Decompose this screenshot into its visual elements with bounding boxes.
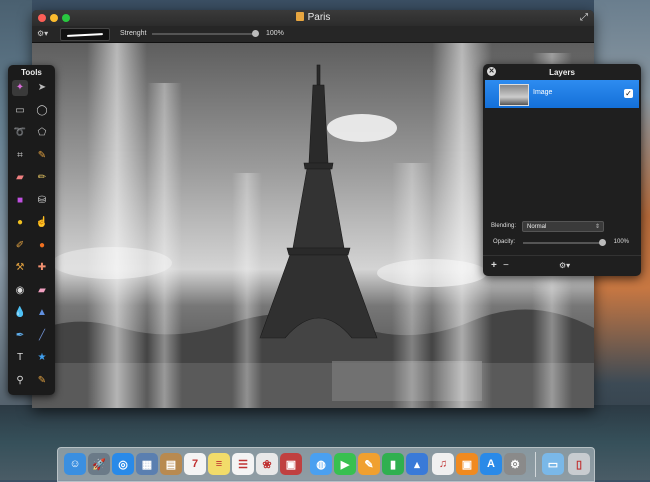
- layer-name: Image: [533, 89, 553, 96]
- magic-wand-tool-icon[interactable]: ✦: [12, 80, 28, 96]
- strength-slider-track[interactable]: [152, 33, 256, 35]
- photo-app-icon[interactable]: ▦: [136, 453, 158, 475]
- tools-panel: Tools ✦ ➤ ▭ ◯ ➰ ⬠ ⌗ ✎ ▰ ✏ ■ ⛁ ● ☝ ✐ ● ⚒ ✚ ◉ ▰ 💧 ▲ ✒ ╱ T ★ ⚲ ✎: [8, 65, 55, 395]
- ellipse-select-tool-icon[interactable]: ◯: [34, 103, 50, 119]
- keynote-icon[interactable]: ▴: [406, 453, 428, 475]
- document-icon: [295, 12, 304, 21]
- lasso-tool-icon[interactable]: ➰: [12, 125, 28, 141]
- eyedropper-tool-icon[interactable]: ✎: [34, 148, 50, 164]
- safari-icon[interactable]: ◎: [112, 453, 134, 475]
- photo-booth-icon[interactable]: ▣: [280, 453, 302, 475]
- dock-separator: [535, 452, 536, 477]
- layer-visibility-checkbox[interactable]: ✓: [624, 89, 633, 98]
- color-picker-tool-icon[interactable]: ✎: [34, 373, 50, 389]
- layer-options-gear-icon[interactable]: ⚙▾: [559, 261, 570, 270]
- reminders-icon[interactable]: ☰: [232, 453, 254, 475]
- polygon-lasso-tool-icon[interactable]: ⬠: [34, 125, 50, 141]
- sponge-tool-icon[interactable]: ▰: [34, 283, 50, 299]
- system-preferences-icon[interactable]: ⚙: [504, 453, 526, 475]
- itunes-icon[interactable]: ♫: [432, 453, 454, 475]
- blur-tool-icon[interactable]: 💧: [12, 305, 28, 321]
- layers-list-empty-area: [485, 108, 639, 218]
- layers-footer-divider: [483, 255, 641, 256]
- messages-icon[interactable]: ◍: [310, 453, 332, 475]
- red-eye-tool-icon[interactable]: ◉: [12, 283, 28, 299]
- notes-icon[interactable]: ≡: [208, 453, 230, 475]
- tool-options-bar: ⚙▾ Strenght 100%: [32, 26, 594, 43]
- opacity-slider-knob[interactable]: [599, 239, 606, 246]
- facetime-icon[interactable]: ▶: [334, 453, 356, 475]
- text-tool-icon[interactable]: T: [12, 350, 28, 366]
- blending-mode-select[interactable]: Normal ⇕: [522, 221, 604, 232]
- add-layer-icon[interactable]: +: [491, 260, 497, 271]
- heal-tool-icon[interactable]: ✚: [34, 260, 50, 276]
- line-tool-icon[interactable]: ╱: [34, 328, 50, 344]
- finder-icon[interactable]: ☺: [64, 453, 86, 475]
- fullscreen-icon[interactable]: ⤢: [580, 12, 588, 23]
- remove-layer-icon[interactable]: −: [503, 260, 509, 271]
- numbers-icon[interactable]: ▮: [382, 453, 404, 475]
- paint-bucket-tool-icon[interactable]: ⛁: [34, 193, 50, 209]
- zoom-tool-icon[interactable]: ⚲: [12, 373, 28, 389]
- app-store-icon[interactable]: A: [480, 453, 502, 475]
- shape-tool-icon[interactable]: ★: [34, 350, 50, 366]
- gradient-tool-icon[interactable]: ■: [12, 193, 28, 209]
- trash-icon[interactable]: ▯: [568, 453, 590, 475]
- blending-mode-value: Normal: [527, 224, 547, 230]
- rect-select-tool-icon[interactable]: ▭: [12, 103, 28, 119]
- title-bar: Paris ⤢: [32, 10, 594, 26]
- window-title: Paris: [32, 12, 594, 23]
- pencil-tool-icon[interactable]: ✏: [34, 170, 50, 186]
- launchpad-icon[interactable]: 🚀: [88, 453, 110, 475]
- downloads-folder-icon[interactable]: ▭: [542, 453, 564, 475]
- ibooks-icon[interactable]: ▣: [456, 453, 478, 475]
- blending-label: Blending:: [491, 223, 517, 229]
- chevron-updown-icon: ⇕: [594, 224, 600, 230]
- crop-tool-icon[interactable]: ⌗: [12, 148, 28, 164]
- opacity-value: 100%: [613, 239, 629, 245]
- pages-icon[interactable]: ✎: [358, 453, 380, 475]
- smudge-tool-icon[interactable]: ☝: [34, 215, 50, 231]
- move-tool-icon[interactable]: ➤: [34, 80, 50, 96]
- layer-thumbnail: [499, 84, 529, 106]
- stamp-tool-icon[interactable]: ⚒: [12, 260, 28, 276]
- opacity-slider-track[interactable]: [523, 242, 601, 244]
- strength-value: 100%: [266, 30, 284, 37]
- photos-icon[interactable]: ❀: [256, 453, 278, 475]
- brush-tool-icon[interactable]: ✐: [12, 238, 28, 254]
- contacts-icon[interactable]: ▤: [160, 453, 182, 475]
- pen-tool-icon[interactable]: ✒: [12, 328, 28, 344]
- window-title-text: Paris: [307, 12, 331, 23]
- opacity-label: Opacity:: [493, 239, 516, 245]
- brush-preset-picker[interactable]: [60, 28, 110, 41]
- strength-slider-knob[interactable]: [252, 30, 259, 37]
- clone-tool-icon[interactable]: ●: [12, 215, 28, 231]
- burn-tool-icon[interactable]: ●: [34, 238, 50, 254]
- tools-panel-title: Tools: [21, 68, 42, 77]
- dock: ☺ 🚀 ◎ ▦ ▤ 7 ≡ ☰ ❀ ▣ ◍ ▶ ✎ ▮ ▴ ♫ ▣ A ⚙ ▭ ▯: [57, 447, 595, 482]
- layers-panel: ✕ Layers Image ✓ Blending: Normal ⇕ Opac…: [483, 64, 641, 276]
- layers-panel-title: Layers: [549, 68, 575, 77]
- sharpen-tool-icon[interactable]: ▲: [34, 305, 50, 321]
- eraser-tool-icon[interactable]: ▰: [12, 170, 28, 186]
- layer-row[interactable]: Image ✓: [485, 80, 639, 108]
- gear-menu-icon[interactable]: ⚙▾: [37, 29, 48, 38]
- strength-label: Strenght: [120, 30, 147, 37]
- calendar-icon[interactable]: 7: [184, 453, 206, 475]
